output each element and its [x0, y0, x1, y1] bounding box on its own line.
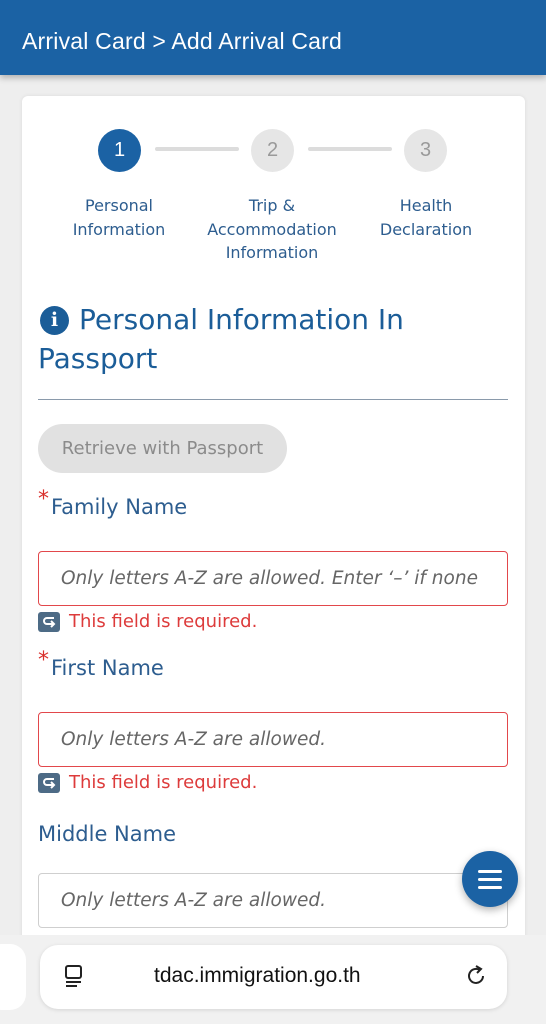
step-label-line: Personal: [84, 196, 153, 215]
step-2-circle[interactable]: 2: [251, 129, 294, 172]
section-divider: [38, 399, 508, 400]
step-label-line: Accommodation: [207, 219, 337, 239]
section-title: i Personal Information In Passport: [38, 300, 498, 378]
step-1-number: 1: [113, 139, 126, 161]
family-name-error-text: This field is required.: [69, 611, 258, 632]
first-name-input[interactable]: Only letters A-Z are allowed.: [38, 712, 508, 767]
step-3-number: 3: [419, 139, 432, 161]
family-name-label-text: Family Name: [51, 495, 188, 519]
middle-name-label: Middle Name: [38, 822, 176, 846]
return-arrow-icon: [38, 772, 60, 793]
middle-name-placeholder: Only letters A-Z are allowed.: [61, 890, 326, 911]
family-name-input[interactable]: Only letters A-Z are allowed. Enter ‘–’ …: [38, 551, 508, 606]
first-name-error: This field is required.: [38, 772, 257, 793]
section-title-line: Passport: [38, 342, 158, 375]
step-1-circle[interactable]: 1: [98, 129, 141, 172]
step-label-line: Trip &: [248, 196, 296, 215]
required-asterisk: *: [38, 487, 49, 512]
family-name-label: *Family Name: [38, 487, 188, 520]
retrieve-with-passport-button[interactable]: Retrieve with Passport: [38, 424, 287, 473]
reload-icon[interactable]: [463, 963, 489, 989]
info-icon: i: [40, 306, 69, 335]
section-title-line: Personal Information In: [79, 303, 404, 336]
step-2-number: 2: [266, 139, 279, 161]
first-name-error-text: This field is required.: [69, 772, 258, 793]
step-3-label: Health Declaration: [362, 194, 490, 241]
middle-name-input[interactable]: Only letters A-Z are allowed.: [38, 873, 508, 928]
hamburger-menu-icon: [478, 877, 502, 881]
step-connector: [155, 147, 239, 151]
hamburger-menu-button[interactable]: [462, 851, 518, 907]
step-label-line: Information: [225, 243, 319, 262]
previous-tab-edge[interactable]: [0, 944, 26, 1010]
step-label-line: Health: [399, 196, 453, 215]
first-name-label-text: First Name: [51, 656, 164, 680]
step-connector: [308, 147, 392, 151]
first-name-placeholder: Only letters A-Z are allowed.: [61, 729, 326, 750]
step-3-circle[interactable]: 3: [404, 129, 447, 172]
return-arrow-icon: [38, 611, 60, 632]
app-header: Arrival Card > Add Arrival Card: [0, 0, 546, 75]
breadcrumb: Arrival Card > Add Arrival Card: [22, 28, 343, 54]
middle-name-label-text: Middle Name: [38, 822, 176, 846]
family-name-error: This field is required.: [38, 611, 257, 632]
first-name-label: *First Name: [38, 648, 164, 681]
hamburger-menu-icon: [478, 885, 502, 889]
step-1-label: Personal Information: [54, 194, 184, 241]
required-asterisk: *: [38, 648, 49, 673]
hamburger-menu-icon: [478, 869, 502, 873]
step-2-label: Trip & Accommodation Information: [196, 194, 348, 265]
step-label-line: Information: [72, 219, 166, 239]
step-label-line: Declaration: [379, 219, 473, 239]
family-name-placeholder: Only letters A-Z are allowed. Enter ‘–’ …: [61, 568, 478, 589]
page-reader-icon[interactable]: [63, 963, 89, 989]
url-text[interactable]: tdac.immigration.go.th: [154, 964, 361, 988]
